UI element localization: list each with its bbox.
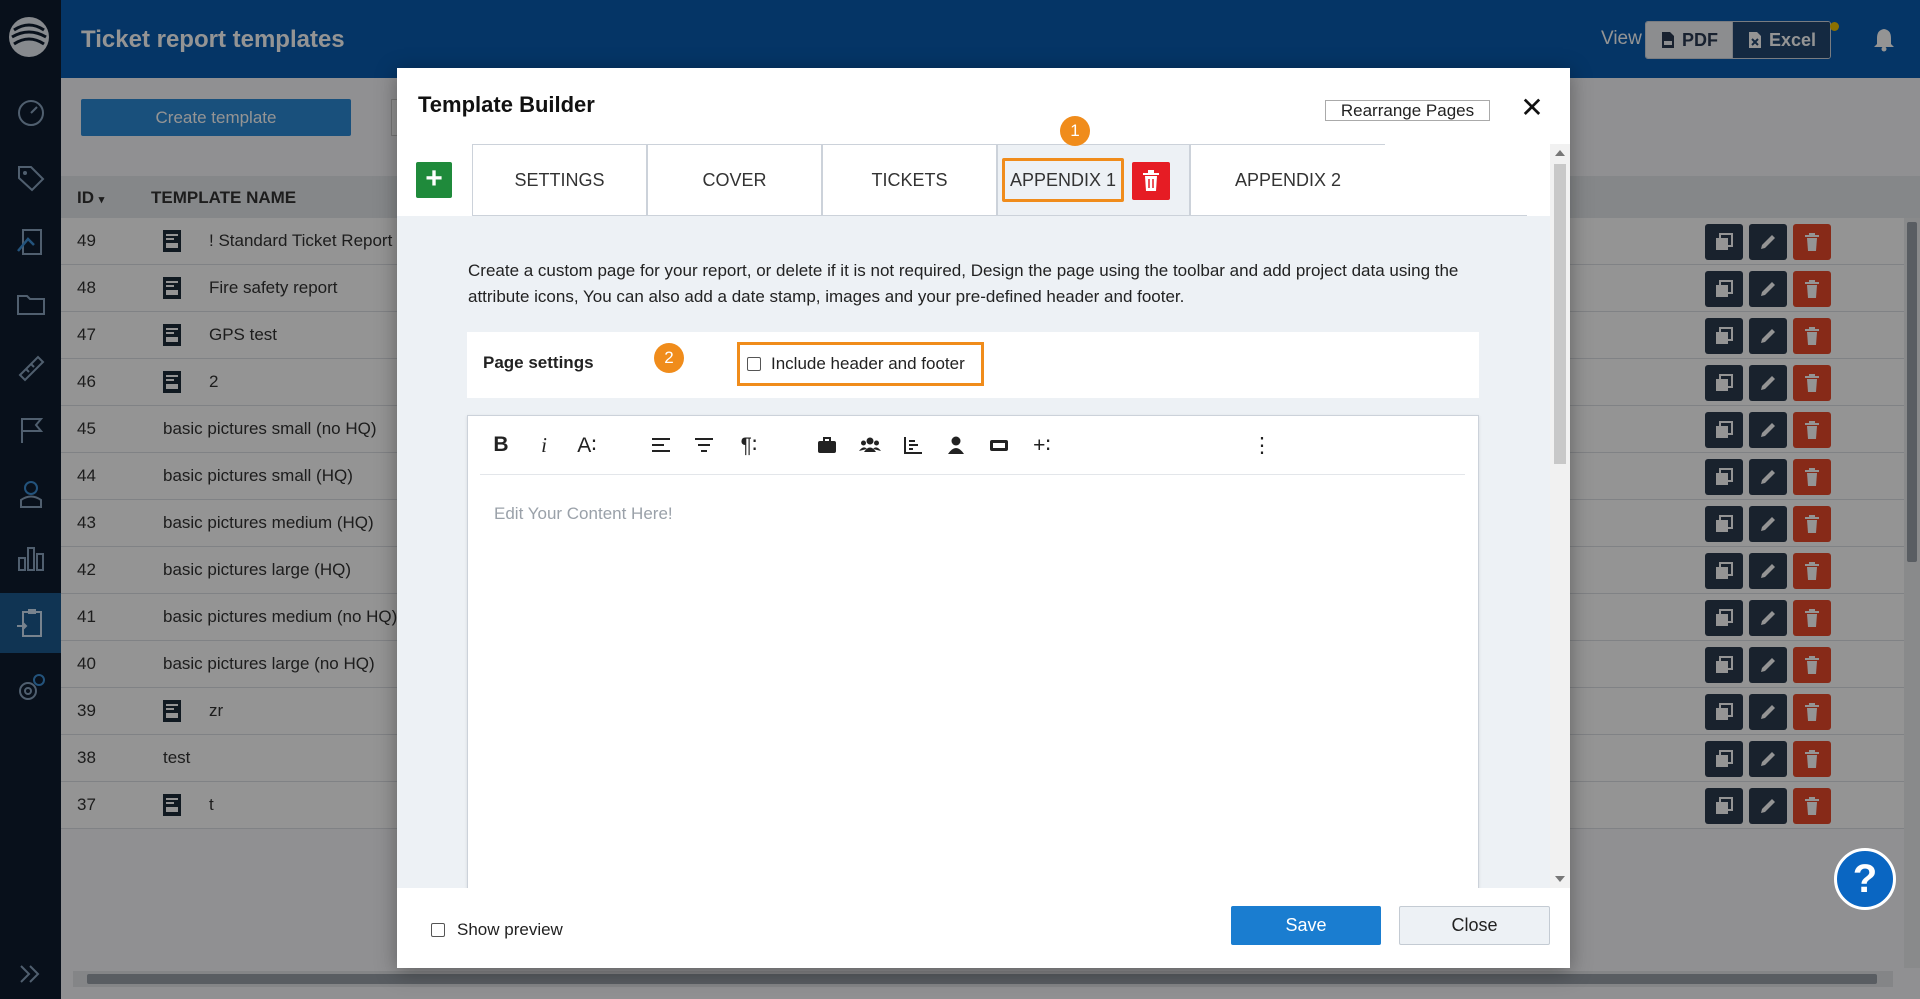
font-size-button[interactable]: A∶ (570, 430, 604, 460)
tab-tickets[interactable]: TICKETS (822, 144, 997, 216)
template-builder-dialog: Template Builder Rearrange Pages ✕ + SET… (397, 68, 1570, 968)
briefcase-button[interactable] (810, 430, 844, 460)
rich-text-editor: B i A∶ ¶∶ +∶ ⋮ Edit Your Content Here! (467, 415, 1479, 888)
person-button[interactable] (939, 430, 973, 460)
page-description: Create a custom page for your report, or… (468, 261, 1459, 306)
page-settings-panel: Page settings 2 Include header and foote… (467, 332, 1479, 398)
tab-appendix-2[interactable]: APPENDIX 2 (1190, 144, 1385, 216)
show-preview-option[interactable]: Show preview (431, 920, 563, 940)
align-center-button[interactable] (687, 430, 721, 460)
briefcase-icon (818, 437, 836, 453)
delete-page-button[interactable] (1132, 162, 1170, 200)
tab-cover[interactable]: COVER (647, 144, 822, 216)
show-preview-label: Show preview (457, 920, 563, 939)
italic-button[interactable]: i (527, 430, 561, 460)
rearrange-pages-button[interactable]: Rearrange Pages (1325, 100, 1490, 121)
users-button[interactable] (853, 430, 887, 460)
step-badge-1: 1 (1060, 116, 1090, 146)
bar-chart-icon (904, 437, 922, 454)
trash-icon (1143, 170, 1159, 191)
align-left-button[interactable] (644, 430, 678, 460)
include-header-footer-checkbox[interactable] (747, 357, 761, 371)
insert-button[interactable]: +∶ (1025, 430, 1059, 460)
tab-appendix-1[interactable]: APPENDIX 1 (1002, 158, 1124, 202)
chart-button[interactable] (896, 430, 930, 460)
user-icon (948, 436, 964, 454)
align-left-icon (652, 438, 670, 452)
scroll-down-arrow-icon[interactable] (1555, 876, 1565, 882)
dialog-title: Template Builder (418, 92, 595, 117)
ticket-button[interactable] (982, 430, 1016, 460)
help-button[interactable]: ? (1834, 848, 1896, 910)
editor-placeholder[interactable]: Edit Your Content Here! (494, 504, 673, 524)
include-header-footer-label: Include header and footer (771, 354, 965, 373)
dialog-scroll-thumb[interactable] (1554, 164, 1566, 464)
more-options-button[interactable]: ⋮ (1245, 430, 1279, 460)
dialog-footer: Show preview Save Close (397, 888, 1570, 968)
close-button[interactable]: Close (1399, 906, 1550, 945)
editor-toolbar: B i A∶ ¶∶ +∶ ⋮ (480, 416, 1465, 475)
close-icon[interactable]: ✕ (1517, 92, 1547, 123)
tab-settings[interactable]: SETTINGS (472, 144, 647, 216)
page-editor-area: Create a custom page for your report, or… (397, 216, 1550, 888)
save-button[interactable]: Save (1231, 906, 1381, 945)
include-header-footer-option[interactable]: Include header and footer (737, 342, 984, 386)
users-icon (859, 437, 881, 452)
bold-button[interactable]: B (484, 430, 518, 460)
step-badge-2: 2 (654, 343, 684, 373)
add-page-button[interactable]: + (416, 162, 452, 198)
page-settings-label: Page settings (483, 353, 594, 372)
align-center-icon (695, 438, 713, 452)
ticket-icon (990, 440, 1008, 451)
scroll-up-arrow-icon[interactable] (1555, 150, 1565, 156)
dialog-vertical-scrollbar[interactable] (1550, 144, 1570, 888)
paragraph-button[interactable]: ¶∶ (732, 430, 766, 460)
show-preview-checkbox[interactable] (431, 923, 445, 937)
